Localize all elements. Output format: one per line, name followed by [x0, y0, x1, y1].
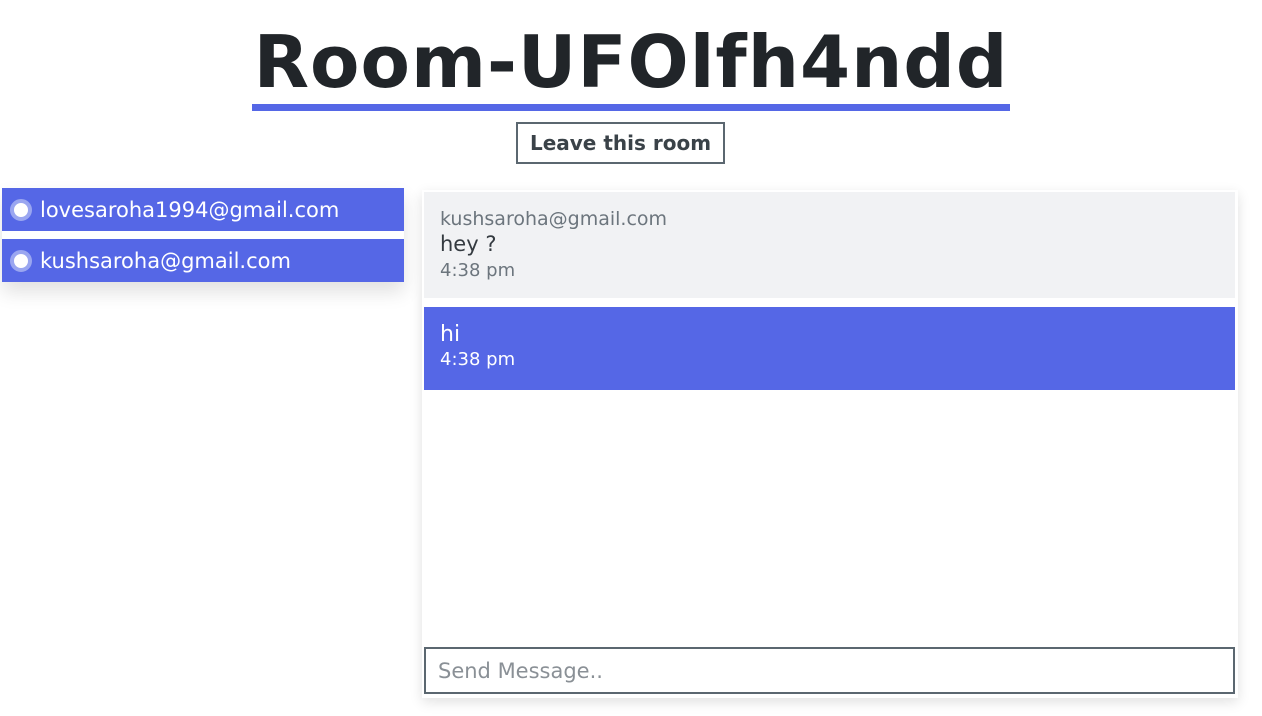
message-text: hi: [440, 322, 461, 347]
message-time: 4:38 pm: [440, 260, 516, 281]
user-email: kushsaroha@gmail.com: [40, 248, 291, 273]
user-list-item[interactable]: kushsaroha@gmail.com: [2, 239, 404, 282]
message-sender: kushsaroha@gmail.com: [440, 208, 668, 230]
received-message: kushsaroha@gmail.com hey ? 4:38 pm: [424, 192, 1235, 298]
leave-room-button[interactable]: Leave this room: [516, 122, 725, 164]
send-message-input[interactable]: [424, 647, 1235, 694]
title-wrap: Room-UFOlfh4ndd: [0, 20, 1262, 111]
online-status-icon: [10, 198, 32, 221]
user-list-item[interactable]: lovesaroha1994@gmail.com: [2, 188, 404, 231]
message-time: 4:38 pm: [440, 349, 516, 370]
room-title: Room-UFOlfh4ndd: [251, 20, 1011, 111]
online-users-list: lovesaroha1994@gmail.com kushsaroha@gmai…: [2, 188, 404, 282]
user-email: lovesaroha1994@gmail.com: [40, 197, 340, 222]
chat-panel: kushsaroha@gmail.com hey ? 4:38 pm hi 4:…: [422, 190, 1238, 698]
online-status-icon: [10, 249, 32, 272]
message-text: hey ?: [440, 232, 497, 256]
sent-message: hi 4:38 pm: [424, 307, 1235, 390]
